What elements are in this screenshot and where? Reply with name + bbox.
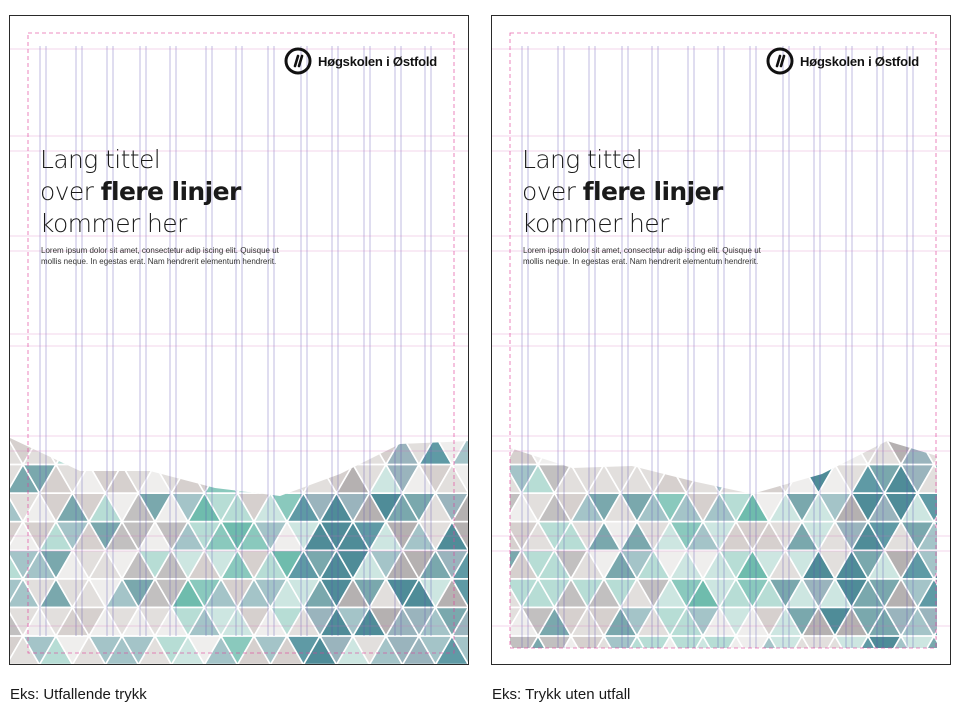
title-line-1: Lang tittel: [40, 145, 161, 174]
caption-bleed: Eks: Utfallende trykk: [10, 686, 147, 703]
logo-text: Høgskolen i Østfold: [800, 53, 919, 69]
hexagon-facet: [951, 465, 952, 494]
hexagon-facet: [467, 635, 468, 664]
title-line-2: over flere linjer: [522, 176, 782, 208]
hexagon-facet: [951, 607, 952, 636]
body-text: Lorem ipsum dolor sit amet, consectetur …: [41, 246, 279, 266]
hexagon-facet: [951, 436, 952, 465]
logo-mark-icon: [766, 47, 794, 75]
logo-text: Høgskolen i Østfold: [318, 53, 437, 69]
hexagon-facet: [951, 493, 952, 522]
hexagon-facet: [951, 522, 952, 551]
hexagon-facet: [951, 550, 952, 579]
title-line-3: kommer her: [522, 209, 669, 238]
title-line-1: Lang tittel: [522, 145, 643, 174]
hexagon-facet: [467, 438, 468, 466]
margin-guide: [27, 32, 455, 654]
poster-title: Lang tittel over flere linjer kommer her: [522, 144, 782, 240]
hexagon-facet: [951, 636, 952, 665]
hexagon-facet: [467, 549, 468, 580]
title-line-2-prefix: over: [522, 177, 583, 206]
poster-no-bleed: Høgskolen i Østfold Lang tittel over fle…: [491, 15, 951, 665]
body-text: Lorem ipsum dolor sit amet, consectetur …: [523, 246, 761, 266]
logo: Høgskolen i Østfold: [284, 47, 437, 75]
title-line-2-prefix: over: [40, 177, 101, 206]
hexagon-facet: [467, 492, 468, 523]
poster-bleed: Høgskolen i Østfold Lang tittel over fle…: [9, 15, 469, 665]
hexagon-facet: [467, 463, 468, 494]
hexagon-facet: [467, 578, 468, 609]
logo-mark-icon: [284, 47, 312, 75]
title-line-2-bold: flere linjer: [582, 177, 724, 206]
hexagon-facet: [951, 579, 952, 608]
caption-no-bleed: Eks: Trykk uten utfall: [492, 686, 631, 703]
title-line-2-bold: flere linjer: [100, 177, 242, 206]
logo: Høgskolen i Østfold: [766, 47, 919, 75]
poster-title: Lang tittel over flere linjer kommer her: [40, 144, 300, 240]
title-line-2: over flere linjer: [40, 176, 300, 208]
layout-grid-guides: [492, 32, 950, 649]
hexagon-facet: [467, 520, 468, 552]
title-line-3: kommer her: [40, 209, 187, 238]
margin-guide: [509, 32, 937, 649]
layout-grid-guides: [10, 32, 468, 654]
hexagon-facet: [467, 606, 468, 637]
